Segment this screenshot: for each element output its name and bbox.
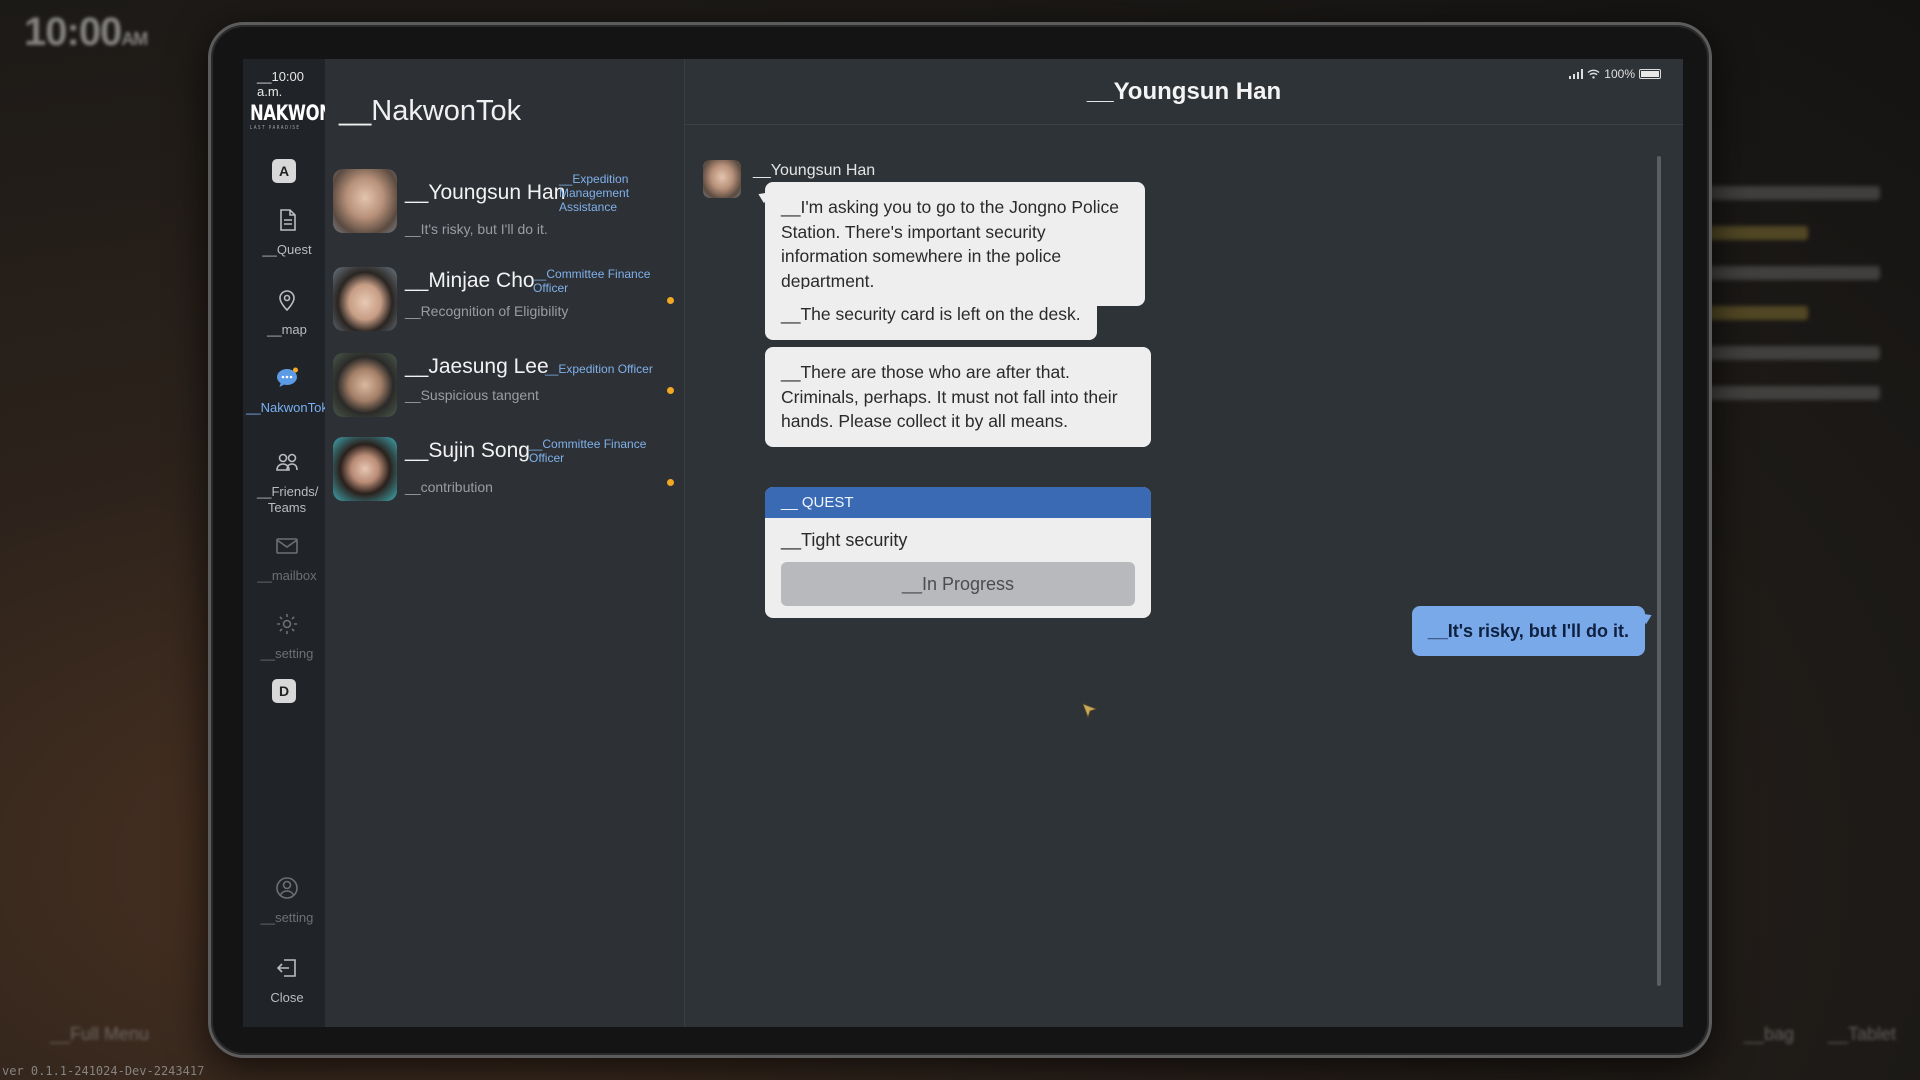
tablet-device: __10:00 a.m. NAKWON LAST PARADISE A __Que… — [208, 22, 1712, 1058]
key-hint-d: D — [272, 679, 296, 703]
chat-item-jaesung-lee[interactable]: __Jaesung Lee __Expedition Officer __Sus… — [333, 353, 678, 425]
contact-role: __Expedition Officer — [545, 362, 653, 376]
unread-dot — [667, 479, 674, 486]
nav-profile-setting[interactable]: __setting — [243, 875, 331, 926]
contact-name: __Jaesung Lee — [405, 355, 549, 378]
exit-icon — [276, 959, 296, 977]
background-full-menu: __Full Menu — [50, 1024, 150, 1044]
gear-icon — [277, 614, 297, 634]
battery-icon — [1639, 69, 1661, 79]
avatar — [333, 169, 397, 233]
chat-item-sujin-song[interactable]: __Sujin Song __Committee Finance Officer… — [333, 437, 678, 509]
tablet-screen: __10:00 a.m. NAKWON LAST PARADISE A __Que… — [243, 59, 1683, 1027]
nav-profile-setting-label: __setting — [260, 910, 314, 925]
wifi-icon — [1587, 69, 1600, 79]
chat-item-minjae-cho[interactable]: __Minjae Cho __Committee Finance Officer… — [333, 267, 678, 339]
nav-mailbox[interactable]: __mailbox — [243, 533, 331, 584]
contact-role: __Committee Finance Officer — [529, 437, 647, 465]
contact-name: __Youngsun Han — [405, 181, 566, 204]
mouse-cursor-icon — [1082, 703, 1098, 719]
nav-setting-label: __setting — [260, 646, 314, 661]
conversation-panel: __Youngsun Han 100% __Youngsun Han __I'm… — [685, 59, 1683, 1027]
conversation-header: __Youngsun Han — [685, 59, 1683, 125]
app-title: __NakwonTok — [339, 95, 522, 127]
map-pin-icon — [279, 290, 295, 312]
nav-quest[interactable]: __Quest — [243, 207, 331, 258]
avatar — [333, 267, 397, 331]
quest-card: __ QUEST __Tight security __In Progress — [765, 487, 1151, 618]
sender-avatar — [703, 160, 741, 198]
contact-role: __Expedition Management Assistance — [559, 172, 630, 214]
nav-rail: __10:00 a.m. NAKWON LAST PARADISE A __Que… — [243, 59, 333, 1027]
contact-name: __Sujin Song — [405, 439, 530, 462]
key-hint-a: A — [272, 159, 296, 183]
unread-dot — [667, 387, 674, 394]
nav-friends-label: __Friends/ Teams — [257, 484, 319, 515]
nav-setting[interactable]: __setting — [243, 611, 331, 662]
last-message: __contribution — [405, 479, 493, 495]
message-bubble: __There are those who are after that. Cr… — [765, 347, 1151, 447]
nav-mailbox-label: __mailbox — [257, 568, 317, 583]
quest-name: __Tight security — [781, 530, 908, 550]
background-hud-panel — [1700, 160, 1880, 426]
last-message: __It's risky, but I'll do it. — [405, 221, 548, 237]
nav-friends-teams[interactable]: __Friends/ Teams — [243, 449, 331, 516]
last-message: __Suspicious tangent — [405, 387, 539, 403]
document-icon — [280, 209, 296, 231]
contact-name: __Minjae Cho — [405, 269, 535, 292]
signal-icon — [1569, 69, 1584, 79]
avatar — [333, 437, 397, 501]
status-bar: 100% — [1569, 67, 1661, 81]
reply-bubble: __It's risky, but I'll do it. — [1411, 606, 1645, 656]
nav-map-label: __map — [267, 322, 307, 337]
last-message: __Recognition of Eligibility — [405, 303, 569, 319]
quest-card-body: __Tight security __In Progress — [765, 518, 1151, 618]
sender-name: __Youngsun Han — [753, 162, 876, 179]
message-list: __Youngsun Han __I'm asking you to go to… — [685, 126, 1659, 993]
background-tablet: __Tablet — [1828, 1024, 1897, 1044]
nav-close[interactable]: Close — [243, 955, 331, 1006]
battery-percent: 100% — [1604, 67, 1635, 81]
nav-map[interactable]: __map — [243, 287, 331, 338]
contact-role: __Committee Finance Officer — [533, 267, 651, 295]
background-bag: __bag — [1744, 1024, 1795, 1044]
conversation-title: __Youngsun Han — [1086, 78, 1282, 105]
chat-bubble-icon — [277, 367, 298, 387]
message-bubble: __The security card is left on the desk. — [765, 289, 1097, 340]
people-icon — [276, 453, 298, 471]
nakwon-logo: NAKWON LAST PARADISE — [250, 101, 333, 131]
nav-quest-label: __Quest — [262, 242, 312, 257]
device-time: __10:00 a.m. — [257, 69, 304, 99]
unread-dot — [667, 297, 674, 304]
nav-nakwontok[interactable]: __NakwonTok — [243, 365, 331, 416]
chat-list-panel: __NakwonTok __Youngsun Han __Expedition … — [325, 59, 685, 1027]
version-label: ver 0.1.1-241024-Dev-2243417 — [2, 1064, 205, 1078]
message-bubble: __I'm asking you to go to the Jongno Pol… — [765, 182, 1145, 306]
avatar — [333, 353, 397, 417]
user-circle-icon — [276, 877, 298, 899]
chat-item-youngsun-han[interactable]: __Youngsun Han __Expedition Management A… — [333, 169, 678, 241]
quest-card-header: __ QUEST — [765, 487, 1151, 518]
background-clock: 10:00AM — [24, 10, 148, 54]
envelope-icon — [276, 538, 298, 554]
conversation-scrollbar[interactable] — [1657, 156, 1661, 986]
nav-close-label: Close — [270, 990, 304, 1005]
nav-nakwontok-label: __NakwonTok — [246, 400, 328, 415]
quest-status-button[interactable]: __In Progress — [781, 562, 1135, 606]
